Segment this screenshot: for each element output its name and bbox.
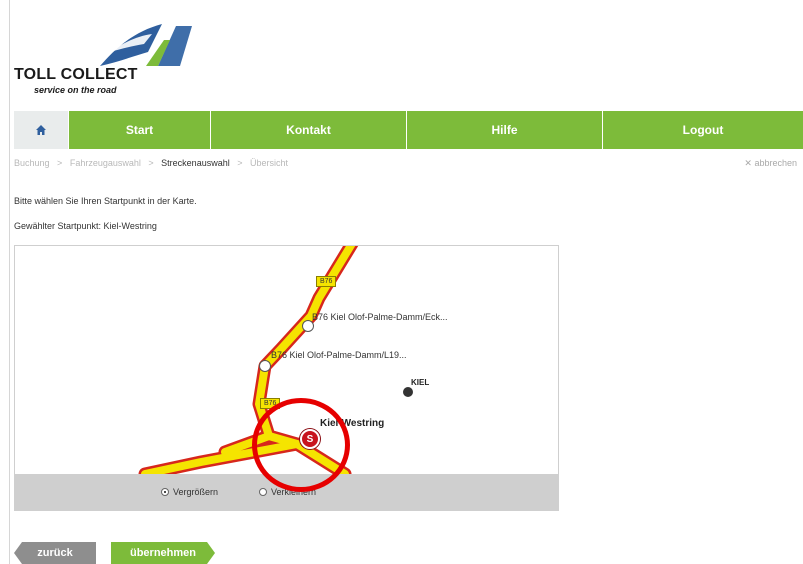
- breadcrumb-separator: >: [57, 158, 63, 168]
- close-icon: ✕: [744, 158, 752, 168]
- breadcrumb-step-streckenauswahl: Streckenauswahl: [161, 158, 230, 168]
- logo-mark-icon: [100, 24, 192, 66]
- home-icon: [36, 125, 46, 135]
- zoom-in-radio[interactable]: [161, 488, 169, 496]
- highlight-ring: [252, 398, 350, 492]
- accept-button[interactable]: übernehmen: [111, 542, 215, 564]
- brand-name: TOLL COLLECT: [14, 66, 138, 83]
- breadcrumb-separator: >: [148, 158, 154, 168]
- breadcrumb-step-buchung[interactable]: Buchung: [14, 158, 50, 168]
- route-point-2-label[interactable]: B76 Kiel Olof-Palme-Damm/L19...: [271, 350, 407, 360]
- breadcrumb-step-uebersicht: Übersicht: [250, 158, 289, 168]
- route-point-1-label[interactable]: B76 Kiel Olof-Palme-Damm/Eck...: [312, 312, 448, 322]
- instruction-text: Bitte wählen Sie Ihren Startpunkt in der…: [14, 196, 197, 206]
- breadcrumb-separator: >: [237, 158, 243, 168]
- breadcrumb-step-fahrzeugauswahl[interactable]: Fahrzeugauswahl: [70, 158, 141, 168]
- zoom-out-radio[interactable]: [259, 488, 267, 496]
- nav-hilfe[interactable]: Hilfe: [407, 111, 603, 149]
- back-button[interactable]: zurück: [14, 542, 96, 564]
- cancel-label: abbrechen: [754, 158, 797, 168]
- nav-home[interactable]: [14, 111, 69, 149]
- zoom-in-label: Vergrößern: [173, 487, 219, 497]
- nav-logout[interactable]: Logout: [603, 111, 803, 149]
- nav-start[interactable]: Start: [69, 111, 211, 149]
- chosen-start-text: Gewählter Startpunkt: Kiel-Westring: [14, 221, 157, 231]
- nav-kontakt[interactable]: Kontakt: [211, 111, 407, 149]
- city-dot: [403, 387, 413, 397]
- zoom-in-option[interactable]: Vergrößern: [161, 487, 218, 497]
- route-point-2[interactable]: [259, 360, 271, 372]
- city-label: KIEL: [411, 378, 430, 387]
- toll-collect-logo: TOLL COLLECT service on the road: [14, 22, 192, 102]
- brand-tagline: service on the road: [34, 85, 117, 95]
- cancel-link[interactable]: ✕ abbrechen: [744, 158, 797, 169]
- main-nav: Start Kontakt Hilfe Logout: [14, 111, 803, 149]
- road-shield: B76: [316, 276, 337, 287]
- breadcrumb: Buchung > Fahrzeugauswahl > Streckenausw…: [14, 158, 288, 168]
